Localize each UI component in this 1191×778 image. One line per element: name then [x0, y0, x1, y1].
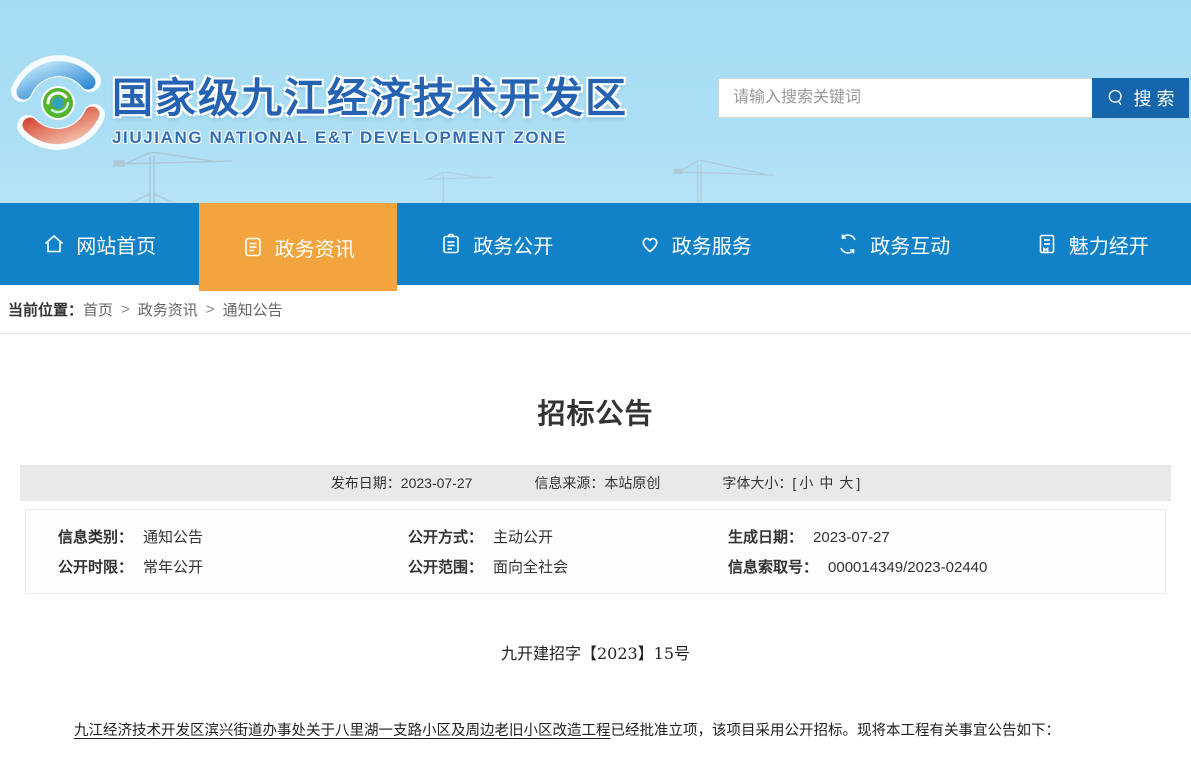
- bracket: ]: [856, 475, 860, 491]
- info-generated-date: 生成日期：2023-07-27: [728, 526, 1165, 547]
- crane-silhouette: [418, 172, 498, 202]
- article-body-paragraph: 九江经济技术开发区滨兴街道办事处关于八里湖一支路小区及周边老旧小区改造工程已经批…: [45, 720, 1146, 743]
- nav-item-home[interactable]: 网站首页: [0, 203, 199, 285]
- info-index-number: 信息索取号：000014349/2023-02440: [728, 556, 1165, 577]
- nav-item-label: 政务公开: [473, 230, 553, 259]
- site-brand: 国家级九江经济技术开发区 JIUJIANG NATIONAL E&T DEVEL…: [112, 64, 628, 148]
- page-title: 招标公告: [0, 392, 1191, 432]
- font-size-large[interactable]: 大: [839, 475, 853, 491]
- font-size-control: 字体大小：[小中大]: [722, 473, 860, 493]
- document-number: 九开建招字【2023】15号: [0, 640, 1191, 664]
- breadcrumb-separator: >: [206, 301, 215, 318]
- info-duration: 公开时限：常年公开: [58, 556, 408, 577]
- search-button[interactable]: 搜 索: [1092, 78, 1189, 118]
- article-meta-bar: 发布日期：2023-07-27 信息来源：本站原创 字体大小：[小中大]: [20, 465, 1171, 501]
- site-search: 搜 索: [718, 78, 1189, 118]
- search-input[interactable]: [718, 78, 1092, 118]
- bracket: [: [792, 475, 796, 491]
- article-info-table: 信息类别：通知公告 公开方式：主动公开 生成日期：2023-07-27 公开时限…: [25, 509, 1166, 594]
- info-source-value: 本站原创: [604, 475, 660, 491]
- project-name-underlined: 九江经济技术开发区滨兴街道办事处关于八里湖一支路小区及周边老旧小区改造工程: [74, 723, 611, 739]
- heart-icon: [638, 232, 662, 256]
- search-icon: [1106, 88, 1126, 108]
- crane-silhouette: [655, 160, 795, 202]
- site-subtitle: JIUJIANG NATIONAL E&T DEVELOPMENT ZONE: [112, 128, 628, 148]
- nav-item-label: 魅力经开: [1069, 230, 1149, 259]
- clipboard-icon: [439, 232, 463, 256]
- nav-item-news[interactable]: 政务资讯: [199, 203, 398, 291]
- font-size-label: 字体大小：: [722, 475, 792, 491]
- publish-date-value: 2023-07-27: [401, 475, 473, 491]
- news-icon: [241, 235, 265, 259]
- book-icon: [1035, 232, 1059, 256]
- crane-silhouette: [112, 152, 237, 202]
- info-scope: 公开范围：面向全社会: [408, 556, 728, 577]
- info-disclosure-method: 公开方式：主动公开: [408, 526, 728, 547]
- nav-item-label: 政务资讯: [275, 233, 355, 262]
- breadcrumb-item-news[interactable]: 政务资讯: [138, 299, 198, 320]
- exchange-icon: [836, 232, 860, 256]
- nav-item-services[interactable]: 政务服务: [596, 203, 795, 285]
- home-icon: [42, 232, 66, 256]
- publish-date-label: 发布日期：: [331, 475, 401, 491]
- search-button-label: 搜 索: [1133, 85, 1174, 111]
- article-main: 招标公告 发布日期：2023-07-27 信息来源：本站原创 字体大小：[小中大…: [0, 392, 1191, 743]
- breadcrumb-item-home[interactable]: 首页: [83, 299, 113, 320]
- breadcrumb-label: 当前位置：: [8, 299, 83, 320]
- font-size-small[interactable]: 小: [799, 475, 813, 491]
- nav-item-label: 网站首页: [76, 230, 156, 259]
- nav-item-label: 政务互动: [870, 230, 950, 259]
- publish-date: 发布日期：2023-07-27: [331, 473, 473, 493]
- breadcrumb-item-notices[interactable]: 通知公告: [223, 299, 283, 320]
- nav-item-label: 政务服务: [672, 230, 752, 259]
- nav-item-disclosure[interactable]: 政务公开: [397, 203, 596, 285]
- info-source: 信息来源：本站原创: [534, 473, 660, 493]
- logo-icon: [8, 53, 108, 153]
- info-source-label: 信息来源：: [534, 475, 604, 491]
- article-body-text: 已经批准立项，该项目采用公开招标。现将本工程有关事宜公告如下：: [611, 723, 1061, 739]
- info-category: 信息类别：通知公告: [58, 526, 408, 547]
- site-header: 国家级九江经济技术开发区 JIUJIANG NATIONAL E&T DEVEL…: [0, 0, 1191, 203]
- breadcrumb: 当前位置： 首页 > 政务资讯 > 通知公告: [0, 285, 1191, 334]
- nav-item-interaction[interactable]: 政务互动: [794, 203, 993, 285]
- nav-item-charm[interactable]: 魅力经开: [993, 203, 1191, 285]
- main-nav: 网站首页 政务资讯 政务公开 政务服务 政务互动 魅力经开: [0, 203, 1191, 285]
- site-logo[interactable]: [8, 53, 108, 153]
- breadcrumb-separator: >: [121, 301, 130, 318]
- site-title: 国家级九江经济技术开发区: [112, 64, 628, 124]
- font-size-medium[interactable]: 中: [819, 475, 833, 491]
